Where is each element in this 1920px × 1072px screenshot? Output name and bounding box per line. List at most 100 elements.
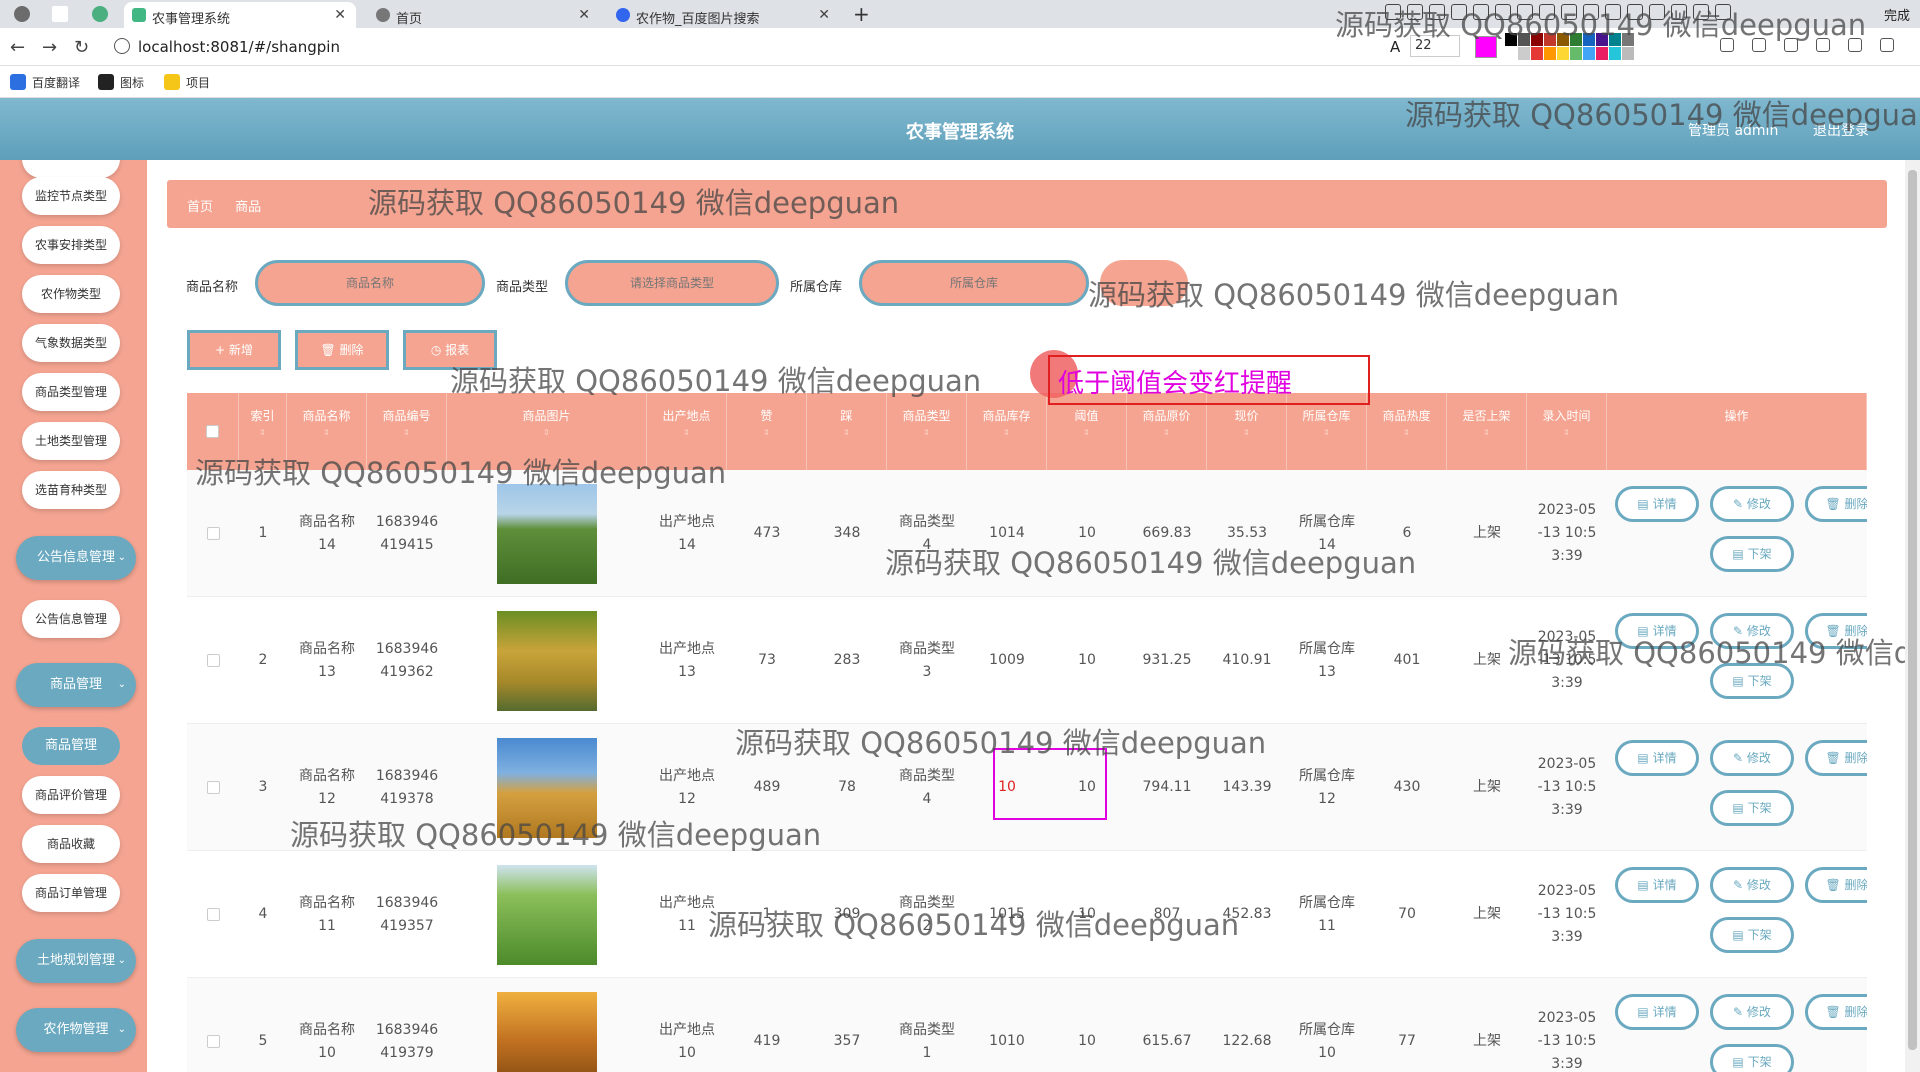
sidebar-item-seed-type[interactable]: 选苗育种类型 — [22, 471, 120, 509]
back-icon[interactable]: ← — [10, 37, 25, 58]
close-icon[interactable]: ✕ — [578, 7, 590, 23]
edit-button[interactable]: ✎ 修改 — [1710, 994, 1794, 1030]
browser-menu-icon[interactable] — [14, 6, 30, 22]
download-icon[interactable] — [1671, 4, 1687, 20]
row-checkbox[interactable] — [206, 908, 220, 921]
ocr-icon[interactable] — [1649, 4, 1665, 20]
save-icon[interactable] — [1583, 4, 1599, 20]
goods-image[interactable] — [497, 737, 597, 838]
color-palette[interactable] — [1505, 33, 1634, 61]
row-delete-button[interactable]: 🗑 删除 — [1805, 613, 1867, 649]
sort-icon[interactable]: ⇕ — [1287, 428, 1366, 437]
sort-icon[interactable]: ⇕ — [1447, 428, 1526, 437]
pen-tool-icon[interactable] — [1451, 4, 1467, 20]
url-field[interactable]: localhost:8081/#/shangpin — [138, 38, 340, 56]
sort-icon[interactable]: ⇕ — [447, 428, 646, 437]
sidebar-group-notice[interactable]: 公告信息管理 ⌄ — [16, 536, 136, 580]
window-icon[interactable] — [52, 6, 68, 22]
sort-icon[interactable]: ⇕ — [807, 428, 886, 437]
sidebar-item-goods-review[interactable]: 商品评价管理 — [22, 776, 120, 814]
off-shelf-button[interactable]: ▤ 下架 — [1710, 1044, 1794, 1072]
sidepanel-icon[interactable] — [1816, 38, 1830, 52]
search-warehouse-input[interactable] — [859, 260, 1089, 306]
star-icon[interactable] — [1784, 38, 1798, 52]
sidebar-item-weather-type[interactable]: 气象数据类型 — [22, 324, 120, 362]
scrollbar-thumb[interactable] — [1908, 170, 1917, 1050]
checkbox[interactable] — [206, 425, 219, 438]
rect-tool-icon[interactable] — [1385, 4, 1401, 20]
sort-icon[interactable]: ⇕ — [967, 428, 1046, 437]
marker-tool-icon[interactable] — [1473, 4, 1489, 20]
sidebar-group-crop[interactable]: 农作物管理 ⌄ — [16, 1008, 136, 1052]
reload-icon[interactable]: ↻ — [74, 37, 89, 58]
sidebar-group-goods[interactable]: 商品管理 ⌄ — [16, 663, 136, 707]
detail-button[interactable]: ▤ 详情 — [1615, 867, 1699, 903]
search-button[interactable] — [1100, 260, 1188, 306]
close-icon[interactable]: ✕ — [334, 7, 346, 23]
sidebar-group-land[interactable]: 土地规划管理 ⌄ — [16, 939, 136, 983]
detail-button[interactable]: ▤ 详情 — [1615, 740, 1699, 776]
close-tool-icon[interactable] — [1693, 4, 1709, 20]
forward-icon[interactable]: → — [42, 37, 57, 58]
row-delete-button[interactable]: 🗑 删除 — [1805, 867, 1867, 903]
edit-button[interactable]: ✎ 修改 — [1710, 486, 1794, 522]
search-name-input[interactable] — [255, 260, 485, 306]
goods-image[interactable] — [497, 483, 597, 584]
current-color-swatch[interactable] — [1475, 36, 1497, 58]
off-shelf-button[interactable]: ▤ 下架 — [1710, 536, 1794, 572]
row-checkbox[interactable] — [206, 1035, 220, 1048]
sidebar-item-goods-type[interactable]: 商品类型管理 — [22, 373, 120, 411]
sidebar-item-goods-manage[interactable]: 商品管理 — [22, 727, 120, 765]
bookmark-translate[interactable]: 百度翻译 — [10, 74, 80, 91]
tab-home[interactable]: 首页 ✕ — [368, 2, 600, 28]
sidebar-item-goods-order[interactable]: 商品订单管理 — [22, 874, 120, 912]
tab-nongshi[interactable]: 农事管理系统 ✕ — [124, 2, 356, 28]
key-icon[interactable] — [1720, 38, 1734, 52]
sort-icon[interactable]: ⇕ — [287, 428, 366, 437]
sort-icon[interactable]: ⇕ — [1527, 428, 1606, 437]
row-delete-button[interactable]: 🗑 删除 — [1805, 994, 1867, 1030]
new-tab-icon[interactable]: + — [853, 2, 870, 26]
tab-baidu[interactable]: 农作物_百度图片搜索 ✕ — [608, 2, 840, 28]
off-shelf-button[interactable]: ▤ 下架 — [1710, 663, 1794, 699]
font-size-select[interactable]: 22 — [1410, 35, 1460, 57]
sidebar-item-land-type[interactable]: 土地类型管理 — [22, 422, 120, 460]
circle-tool-icon[interactable] — [1407, 4, 1423, 20]
sidebar-item-crop-type[interactable]: 农作物类型 — [22, 275, 120, 313]
pin-icon[interactable] — [1627, 4, 1643, 20]
edit-button[interactable]: ✎ 修改 — [1710, 740, 1794, 776]
delete-button[interactable]: 🗑 删除 — [295, 330, 389, 370]
sort-icon[interactable]: ⇕ — [1367, 428, 1446, 437]
logout-link[interactable]: 退出登录 — [1813, 120, 1869, 140]
close-icon[interactable]: ✕ — [818, 7, 830, 23]
copy-icon[interactable] — [1605, 4, 1621, 20]
profile-icon[interactable] — [1848, 38, 1862, 52]
row-delete-button[interactable]: 🗑 删除 — [1805, 486, 1867, 522]
more-icon[interactable] — [1880, 38, 1894, 52]
off-shelf-button[interactable]: ▤ 下架 — [1710, 917, 1794, 953]
row-checkbox[interactable] — [206, 654, 220, 667]
edit-button[interactable]: ✎ 修改 — [1710, 613, 1794, 649]
report-button[interactable]: ◷ 报表 — [403, 330, 497, 370]
arrow-tool-icon[interactable] — [1429, 4, 1445, 20]
sidebar-item-monitor-type[interactable]: 监控节点类型 — [22, 177, 120, 215]
finish-label[interactable]: 完成 — [1884, 5, 1910, 24]
bookmark-project[interactable]: 项目 — [164, 74, 210, 91]
sort-icon[interactable]: ⇕ — [647, 428, 726, 437]
row-checkbox[interactable] — [206, 527, 220, 540]
search-type-select[interactable] — [565, 260, 779, 306]
sidebar-item-goods-fav[interactable]: 商品收藏 — [22, 825, 120, 863]
detail-button[interactable]: ▤ 详情 — [1615, 613, 1699, 649]
detail-button[interactable]: ▤ 详情 — [1615, 486, 1699, 522]
sort-icon[interactable]: ⇕ — [887, 428, 966, 437]
row-delete-button[interactable]: 🗑 删除 — [1805, 740, 1867, 776]
sidebar-item-partial[interactable] — [22, 160, 120, 178]
undo-icon[interactable] — [1539, 4, 1555, 20]
breadcrumb-home[interactable]: 首页 — [187, 200, 213, 215]
goods-image[interactable] — [497, 864, 597, 965]
select-all-checkbox[interactable] — [187, 393, 239, 470]
sort-icon[interactable]: ⇕ — [727, 428, 806, 437]
row-checkbox[interactable] — [206, 781, 220, 794]
edit-button[interactable]: ✎ 修改 — [1710, 867, 1794, 903]
detail-button[interactable]: ▤ 详情 — [1615, 994, 1699, 1030]
